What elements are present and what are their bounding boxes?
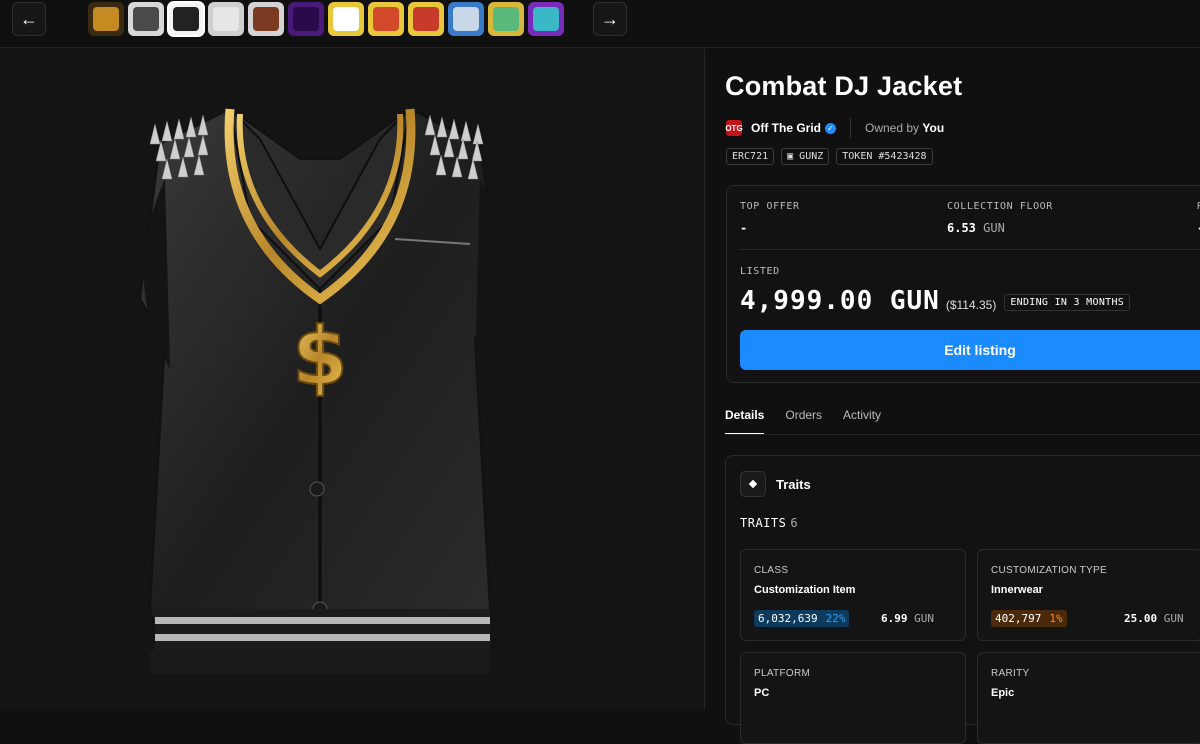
- top-bar: ← →: [0, 0, 1200, 48]
- details-tabs: Details Orders Activity: [725, 408, 881, 435]
- trait-floor-amount: 25.00: [1124, 612, 1158, 625]
- traits-section: Traits TRAITS 6 CLASS Customization Item …: [725, 455, 1200, 744]
- thumb-sausage-icon: [373, 7, 399, 31]
- owner-info: Owned by You: [865, 121, 944, 135]
- trait-card-customization-type[interactable]: CUSTOMIZATION TYPE Innerwear 402,797 1% …: [977, 549, 1200, 641]
- tag-chain[interactable]: ▣ GUNZ: [781, 148, 830, 165]
- tab-orders[interactable]: Orders: [785, 408, 822, 435]
- tab-details[interactable]: Details: [725, 408, 765, 435]
- top-offer-stat: TOP OFFER -: [740, 201, 800, 235]
- thumb-jacket[interactable]: [167, 1, 205, 37]
- thumb-jacket-icon: [173, 7, 199, 31]
- trait-value: Customization Item: [754, 584, 856, 596]
- thumb-figure-icon: [533, 7, 559, 31]
- meta-divider: [850, 118, 851, 138]
- thumb-yellow-item[interactable]: [328, 2, 364, 36]
- collection-floor-value: 6.53 GUN: [947, 221, 1053, 235]
- trait-key: CLASS: [754, 565, 789, 576]
- traits-count-number: 6: [790, 516, 799, 530]
- collection-floor-stat: COLLECTION FLOOR 6.53 GUN: [947, 201, 1053, 235]
- trait-card-class[interactable]: CLASS Customization Item 6,032,639 22% 6…: [740, 549, 966, 641]
- thumb-purple-gem[interactable]: [288, 2, 324, 36]
- floor-unit: GUN: [983, 221, 1005, 235]
- thumb-backpack[interactable]: [128, 2, 164, 36]
- trait-percent: 1%: [1049, 612, 1063, 625]
- edit-listing-button[interactable]: Edit listing: [740, 330, 1200, 370]
- listed-price: 4,999.00 GUN: [740, 286, 940, 316]
- trait-percent: 22%: [825, 612, 846, 625]
- thumb-figure[interactable]: [528, 2, 564, 36]
- price-box: TOP OFFER - COLLECTION FLOOR 6.53 GUN R …: [726, 185, 1200, 383]
- trait-value: PC: [754, 687, 770, 699]
- listed-price-row: 4,999.00 GUN ($114.35) ENDING IN 3 MONTH…: [740, 286, 1131, 316]
- item-thumbnail-strip: [88, 1, 564, 37]
- next-item-button[interactable]: →: [593, 2, 627, 36]
- jacket-image: $: [138, 106, 502, 674]
- collection-meta: OTG Off The Grid ✓ Owned by You: [725, 118, 944, 138]
- thumb-medal[interactable]: [88, 2, 124, 36]
- listing-expiry-badge: ENDING IN 3 MONTHS: [1004, 294, 1131, 311]
- floor-amount: 6.53: [947, 221, 976, 235]
- collection-name-link[interactable]: Off The Grid: [751, 121, 821, 135]
- trait-floor-amount: 6.99: [881, 612, 908, 625]
- thumb-yellow-item-icon: [333, 7, 359, 31]
- tag-standard: ERC721: [726, 148, 775, 165]
- trait-floor-unit: GUN: [914, 612, 934, 625]
- tabs-underline: [725, 434, 1200, 435]
- traits-count-label: TRAITS: [740, 516, 787, 530]
- trait-count: 402,797: [995, 612, 1042, 625]
- collection-floor-label: COLLECTION FLOOR: [947, 201, 1053, 212]
- thumb-robot[interactable]: [488, 2, 524, 36]
- thumb-character-icon: [253, 7, 279, 31]
- trait-card-platform[interactable]: PLATFORM PC: [740, 652, 966, 744]
- trait-rarity-chip: 402,797 1%: [991, 610, 1067, 627]
- item-image-area: $: [0, 49, 705, 710]
- thumb-medal-icon: [93, 7, 119, 31]
- trait-floor-price: 6.99 GUN: [881, 612, 981, 625]
- svg-text:$: $: [292, 310, 348, 403]
- verified-badge-icon: ✓: [825, 122, 836, 134]
- listed-price-usd: ($114.35): [945, 298, 997, 312]
- owner-name[interactable]: You: [922, 121, 944, 135]
- tag-token-id[interactable]: TOKEN #5423428: [836, 148, 933, 165]
- top-offer-label: TOP OFFER: [740, 201, 800, 212]
- thumb-red-item[interactable]: [408, 2, 444, 36]
- trait-value: Innerwear: [991, 584, 1043, 596]
- thumb-sausage[interactable]: [368, 2, 404, 36]
- thumb-blank[interactable]: [208, 2, 244, 36]
- thumb-character[interactable]: [248, 2, 284, 36]
- tag-chain-label: GUNZ: [799, 151, 824, 162]
- top-offer-value: -: [740, 221, 748, 235]
- trait-key: RARITY: [991, 668, 1030, 679]
- trait-count: 6,032,639: [758, 612, 818, 625]
- trait-floor-unit: GUN: [1163, 612, 1184, 625]
- trait-key: CUSTOMIZATION TYPE: [991, 565, 1107, 576]
- owned-by-label: Owned by: [865, 121, 920, 135]
- thumb-backpack-icon: [133, 7, 159, 31]
- thumb-red-item-icon: [413, 7, 439, 31]
- traits-header: Traits: [740, 471, 811, 497]
- thumb-purple-gem-icon: [293, 7, 319, 31]
- previous-item-button[interactable]: ←: [12, 2, 46, 36]
- traits-title: Traits: [776, 476, 811, 492]
- trait-card-rarity[interactable]: RARITY Epic: [977, 652, 1200, 744]
- traits-diamond-icon: [740, 471, 766, 497]
- thumb-robot-icon: [493, 7, 519, 31]
- traits-count: TRAITS 6: [740, 516, 798, 530]
- trait-rarity-chip: 6,032,639 22%: [754, 610, 850, 627]
- collection-logo-icon[interactable]: OTG: [725, 120, 743, 136]
- listed-label: LISTED: [740, 266, 780, 277]
- price-divider: [739, 249, 1200, 250]
- trait-floor-price: 25.00 GUN: [1124, 612, 1200, 625]
- trait-value: Epic: [991, 687, 1015, 699]
- item-details-panel: Combat DJ Jacket OTG Off The Grid ✓ Owne…: [706, 49, 1200, 744]
- thumb-blank-icon: [213, 7, 239, 31]
- thumb-vehicle-icon: [453, 7, 479, 31]
- item-title: Combat DJ Jacket: [725, 71, 963, 101]
- thumb-vehicle[interactable]: [448, 2, 484, 36]
- token-tags: ERC721 ▣ GUNZ TOKEN #5423428: [726, 148, 933, 165]
- trait-key: PLATFORM: [754, 668, 811, 679]
- tab-activity[interactable]: Activity: [843, 408, 881, 435]
